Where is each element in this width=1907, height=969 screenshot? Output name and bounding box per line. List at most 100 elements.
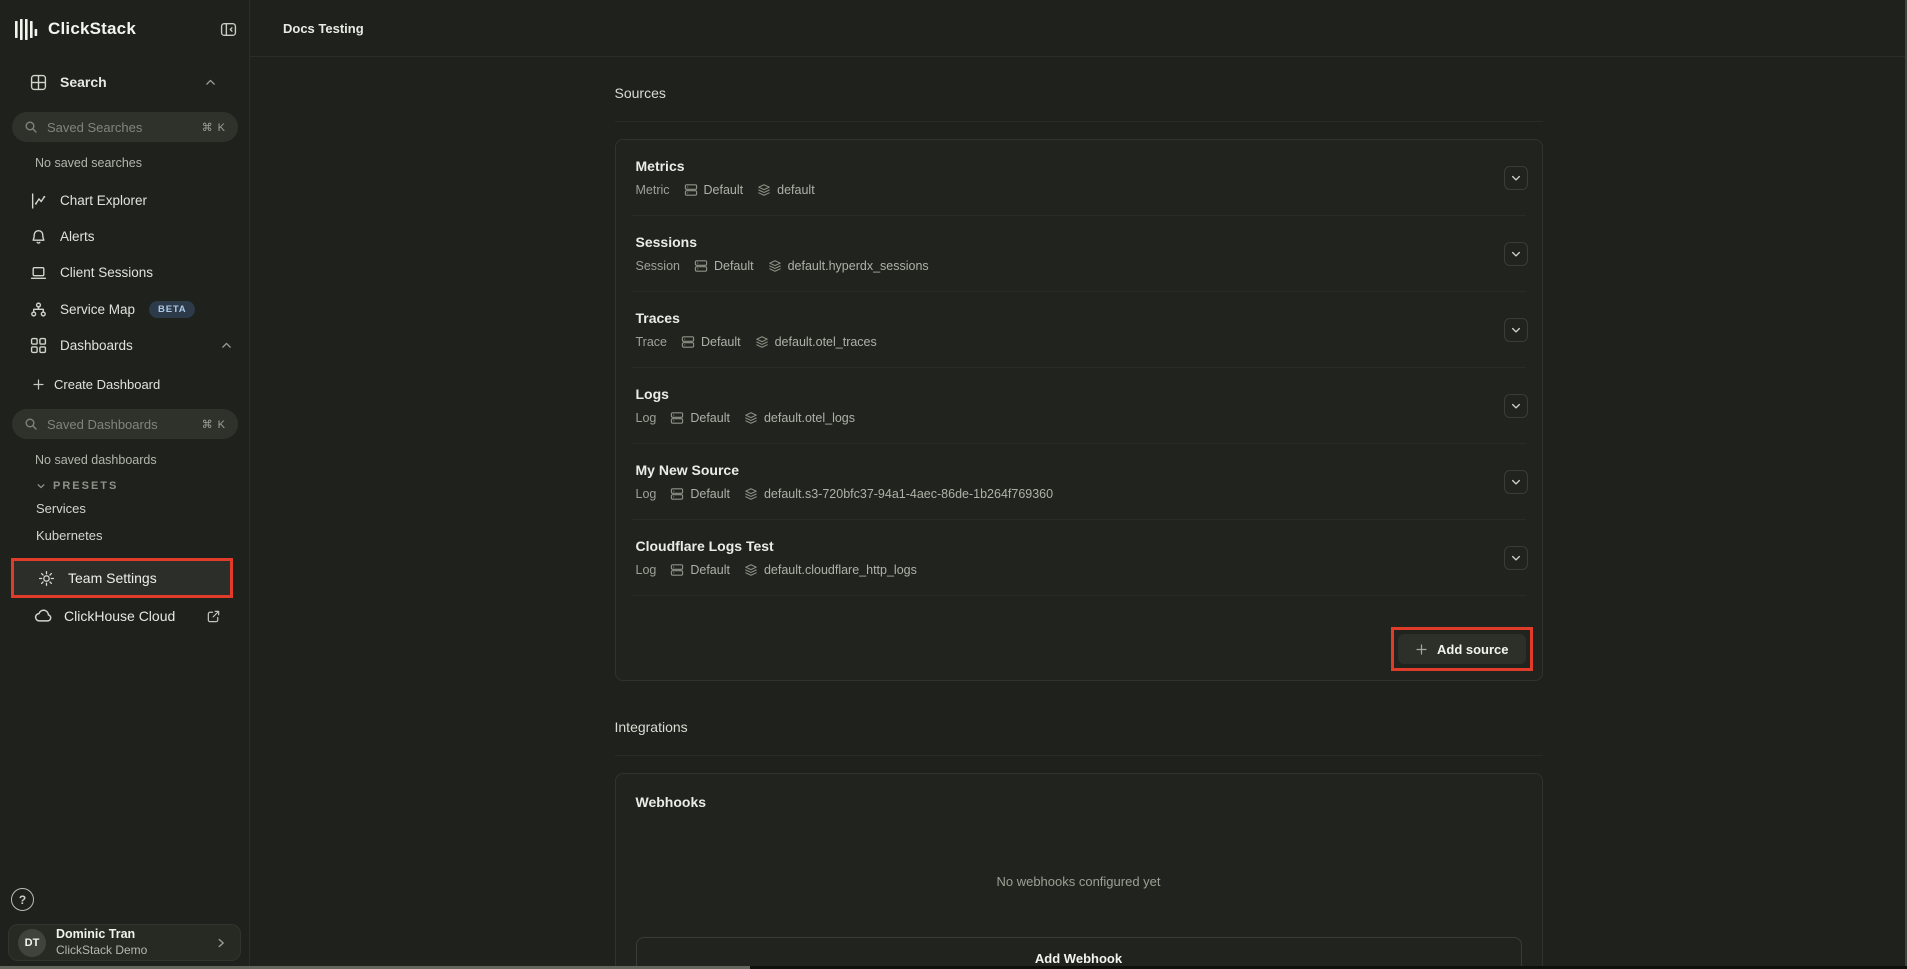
app-title: ClickStack (48, 19, 136, 39)
source-table: default.otel_logs (764, 411, 855, 425)
add-source-button[interactable]: Add source (1398, 634, 1526, 664)
gear-icon (38, 570, 55, 587)
user-meta: Dominic Tran ClickStack Demo (56, 927, 147, 958)
sidebar: ClickStack Search (0, 0, 250, 969)
saved-searches-input[interactable]: Saved Searches ⌘ K (12, 112, 238, 142)
clickstack-logo-icon (14, 17, 38, 42)
source-meta: Metric Default default (636, 183, 815, 197)
divider (615, 755, 1543, 756)
webhooks-empty-text: No webhooks configured yet (616, 874, 1542, 889)
layers-icon (768, 259, 782, 273)
cloud-icon (34, 607, 52, 625)
main-area: Docs Testing Sources Metrics Metric (250, 0, 1907, 969)
create-dashboard-label: Create Dashboard (54, 377, 160, 392)
bell-icon (30, 228, 47, 245)
source-meta: Log Default default.otel_logs (636, 411, 856, 425)
saved-searches-placeholder: Saved Searches (47, 120, 202, 135)
sidebar-item-alerts[interactable]: Alerts (0, 222, 249, 250)
source-table: default.hyperdx_sessions (788, 259, 929, 273)
search-section-icon (30, 74, 47, 91)
sidebar-item-service-map[interactable]: Service Map BETA (0, 295, 249, 323)
chevron-right-icon (214, 936, 228, 950)
source-kind: Log (636, 487, 657, 501)
plus-icon (32, 378, 45, 391)
presets-header[interactable]: PRESETS (36, 478, 118, 494)
saved-dashboards-input[interactable]: Saved Dashboards ⌘ K (12, 409, 238, 439)
expand-source-button[interactable] (1504, 394, 1528, 418)
sidebar-item-client-sessions[interactable]: Client Sessions (0, 258, 249, 286)
plus-icon (1415, 643, 1428, 656)
source-info: Metrics Metric Default default (636, 158, 815, 197)
source-title: Metrics (636, 158, 815, 174)
chevron-up-icon[interactable] (204, 76, 217, 89)
chevron-down-icon (36, 481, 46, 491)
network-icon (30, 301, 47, 318)
create-dashboard-button[interactable]: Create Dashboard (32, 371, 160, 397)
sidebar-item-team-settings[interactable]: Team Settings (14, 561, 230, 595)
source-connection: Default (690, 563, 730, 577)
source-info: My New Source Log Default defau (636, 462, 1054, 501)
beta-badge: BETA (149, 301, 195, 318)
source-meta: Trace Default default.otel_traces (636, 335, 877, 349)
source-kind: Log (636, 411, 657, 425)
expand-source-button[interactable] (1504, 242, 1528, 266)
source-table: default.otel_traces (775, 335, 877, 349)
user-card[interactable]: DT Dominic Tran ClickStack Demo (8, 924, 241, 961)
no-saved-searches-text: No saved searches (35, 156, 142, 170)
source-info: Cloudflare Logs Test Log Default (636, 538, 917, 577)
server-icon (670, 411, 684, 425)
sidebar-item-clickhouse-cloud[interactable]: ClickHouse Cloud (0, 601, 249, 631)
help-button[interactable]: ? (11, 888, 34, 911)
saved-dashboards-placeholder: Saved Dashboards (47, 417, 202, 432)
integrations-heading: Integrations (615, 719, 1543, 735)
server-icon (681, 335, 695, 349)
source-title: Cloudflare Logs Test (636, 538, 917, 554)
server-icon (670, 487, 684, 501)
source-info: Sessions Session Default defaul (636, 234, 929, 273)
logo-row: ClickStack (14, 14, 237, 44)
preset-item-kubernetes[interactable]: Kubernetes (36, 523, 103, 547)
help-label: ? (19, 893, 26, 907)
shortcut-badge: ⌘ K (202, 418, 226, 431)
expand-source-button[interactable] (1504, 470, 1528, 494)
sidebar-collapse-icon[interactable] (220, 21, 237, 38)
content-scroll-area[interactable]: Sources Metrics Metric Default (250, 57, 1907, 969)
grid-icon (30, 337, 47, 354)
add-source-annotation-box: Add source (1391, 627, 1533, 671)
source-row-my-new-source: My New Source Log Default defau (632, 444, 1526, 520)
add-source-label: Add source (1437, 642, 1509, 657)
shortcut-badge: ⌘ K (202, 121, 226, 134)
server-icon (684, 183, 698, 197)
expand-source-button[interactable] (1504, 546, 1528, 570)
source-meta: Log Default default.cloudflare_http_logs (636, 563, 917, 577)
team-settings-label: Team Settings (68, 570, 157, 586)
sources-panel: Metrics Metric Default default (615, 139, 1543, 681)
app-window: ClickStack Search (0, 0, 1907, 969)
user-name: Dominic Tran (56, 927, 147, 943)
sidebar-item-dashboards[interactable]: Dashboards (0, 331, 249, 359)
expand-source-button[interactable] (1504, 166, 1528, 190)
source-table: default.s3-720bfc37-94a1-4aec-86de-1b264… (764, 487, 1053, 501)
sidebar-item-chart-explorer[interactable]: Chart Explorer (0, 186, 249, 214)
source-meta: Session Default default.hyperdx_sessions (636, 259, 929, 273)
source-row-sessions: Sessions Session Default defaul (632, 216, 1526, 292)
source-row-logs: Logs Log Default default.otel_l (632, 368, 1526, 444)
server-icon (670, 563, 684, 577)
source-title: My New Source (636, 462, 1054, 478)
sidebar-item-label: Alerts (60, 229, 95, 244)
source-connection: Default (690, 411, 730, 425)
chart-line-icon (30, 192, 47, 209)
search-icon (24, 417, 38, 431)
divider (615, 121, 1543, 122)
layers-icon (744, 563, 758, 577)
add-webhook-button[interactable]: Add Webhook (636, 937, 1522, 969)
source-table: default.cloudflare_http_logs (764, 563, 917, 577)
sidebar-section-search[interactable]: Search (30, 68, 233, 96)
preset-item-services[interactable]: Services (36, 496, 86, 520)
layers-icon (755, 335, 769, 349)
sidebar-item-label: Client Sessions (60, 265, 153, 280)
expand-source-button[interactable] (1504, 318, 1528, 342)
source-title: Traces (636, 310, 877, 326)
source-connection: Default (701, 335, 741, 349)
chevron-up-icon[interactable] (220, 339, 233, 352)
